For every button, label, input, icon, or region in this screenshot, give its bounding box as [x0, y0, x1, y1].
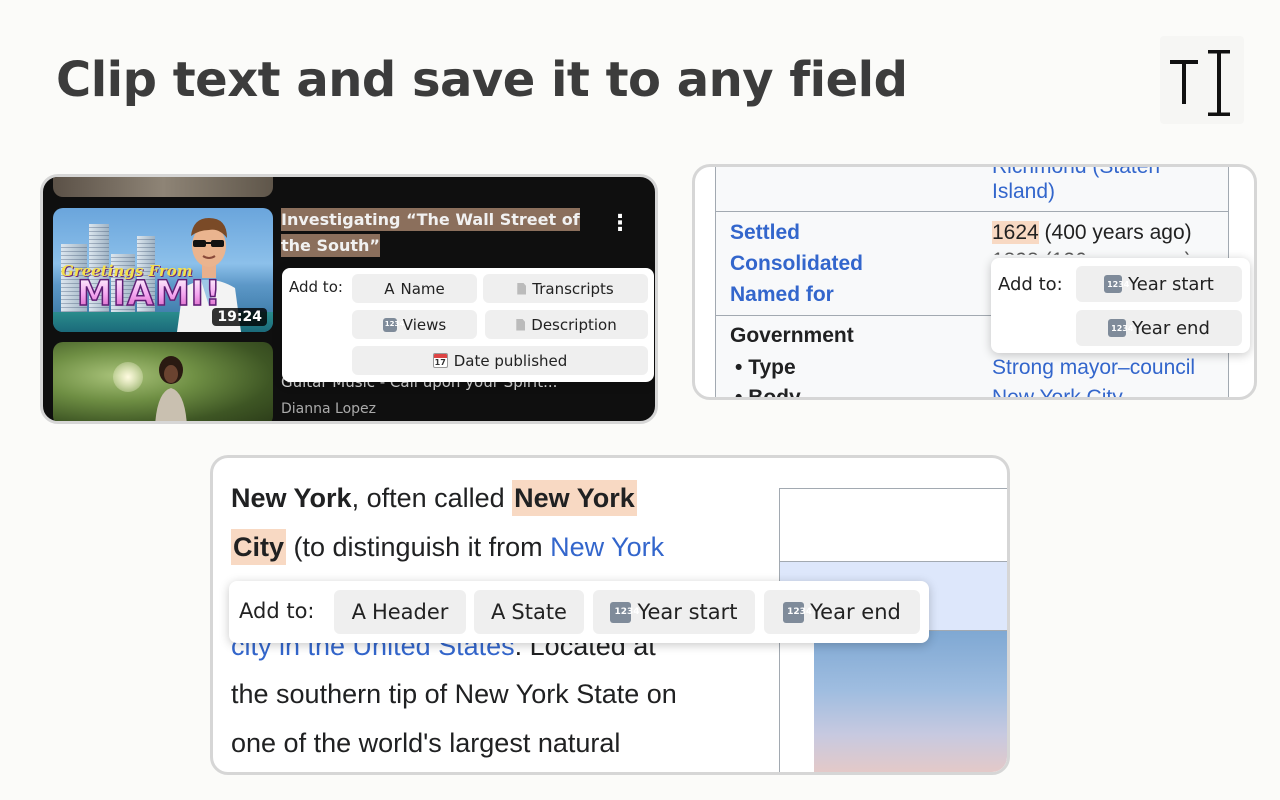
video-thumbnail-top[interactable] — [53, 177, 273, 197]
video-thumbnail-miami[interactable]: Greetings From MIAMI! 19:24 — [53, 208, 273, 332]
chip-label: Year end — [810, 600, 901, 624]
article-link-new-york[interactable]: New York — [550, 532, 664, 562]
number-field-icon: 1234 — [382, 317, 405, 332]
transcripts-chip[interactable]: Transcripts — [483, 274, 648, 303]
date-published-chip[interactable]: 17 Date published — [352, 346, 648, 375]
article-highlight: City — [231, 529, 287, 565]
headline: Clip text and save it to any field — [56, 52, 908, 108]
document-icon — [516, 318, 526, 331]
article-line-1: New York, often called New York — [231, 480, 637, 516]
number-field-icon: 1234 — [783, 601, 813, 623]
chip-label: Header — [371, 600, 449, 624]
city-photo — [814, 631, 1007, 772]
number-icon-glyph: 1234 — [614, 606, 640, 617]
article-bold-new-york: New York — [231, 483, 352, 513]
article-text: (to distinguish it from — [286, 532, 551, 562]
year-end-chip[interactable]: 1234 Year end — [764, 590, 920, 634]
article-line-5-link[interactable]: one of the world's largest natural — [231, 728, 620, 759]
year-end-chip[interactable]: 1234 Year end — [1076, 310, 1242, 346]
calendar-icon-day: 17 — [434, 358, 446, 367]
article-card: New York, often called New York City (to… — [210, 455, 1010, 775]
infobox-link-mayor-council[interactable]: Strong mayor–council — [992, 356, 1195, 380]
chip-label: State — [511, 600, 567, 624]
views-chip[interactable]: 1234 Views — [352, 310, 477, 339]
text-field-icon: A — [491, 600, 506, 624]
infobox-label-government: Government — [730, 324, 854, 347]
article-highlight: New York — [512, 480, 637, 516]
state-chip[interactable]: A State — [474, 590, 584, 634]
video-duration: 19:24 — [212, 308, 267, 326]
video-card: Greetings From MIAMI! 19:24 Investigatin… — [40, 174, 658, 424]
infobox-link-island[interactable]: Island) — [992, 180, 1055, 204]
sun-glow — [113, 362, 143, 392]
chip-label: Views — [402, 315, 447, 334]
add-to-popup: Add to: A Name Transcripts 1234 Views Desc… — [282, 268, 654, 382]
video-thumbnail-forest[interactable] — [53, 342, 273, 421]
infobox-label-settled[interactable]: Settled — [730, 221, 800, 245]
number-icon-glyph: 1234 — [384, 320, 405, 328]
number-icon-glyph: 1234 — [787, 606, 813, 617]
year-start-chip[interactable]: 1234 Year start — [593, 590, 755, 634]
chip-label: Description — [531, 315, 617, 334]
video-title-highlight: Investigating “The Wall Street of the So… — [281, 208, 580, 257]
document-icon — [517, 282, 527, 295]
thumbnail-text-miami: MIAMI! — [76, 273, 222, 315]
add-to-popup: Add to: 1234 Year start 1234 Year end — [991, 258, 1250, 353]
infobox-link-nyc-council[interactable]: New York City — [992, 386, 1123, 397]
article-line-4: the southern tip of New York State on — [231, 679, 677, 709]
chip-label: Year start — [637, 600, 738, 624]
number-field-icon: 1234 — [1104, 275, 1130, 293]
year-rest: (400 years ago) — [1038, 221, 1192, 244]
infobox-label-named-for[interactable]: Named for — [730, 283, 834, 307]
calendar-icon: 17 — [432, 353, 448, 368]
number-field-icon: 1234 — [610, 601, 640, 623]
year-highlight: 1624 — [992, 221, 1039, 244]
text-cursor-icon — [1160, 36, 1244, 124]
article-line-2: City (to distinguish it from New York — [231, 529, 664, 565]
chip-label: Transcripts — [532, 279, 614, 298]
number-icon-glyph: 1234 — [1107, 279, 1130, 289]
infobox-card: Richmond (Staten Island) Settled Consoli… — [692, 164, 1257, 400]
add-to-label: Add to: — [289, 278, 343, 296]
infobox-label-body: • Body — [735, 386, 801, 400]
infobox-link-richmond[interactable]: Richmond (Staten — [992, 167, 1160, 179]
chip-label: Date published — [453, 351, 568, 370]
header-chip[interactable]: A Header — [334, 590, 466, 634]
add-to-label: Add to: — [239, 599, 315, 623]
number-field-icon: 1234 — [1108, 319, 1134, 337]
year-start-chip[interactable]: 1234 Year start — [1076, 266, 1242, 302]
chip-label: Year end — [1132, 317, 1210, 339]
add-to-label: Add to: — [998, 274, 1063, 295]
video-title[interactable]: Investigating “The Wall Street of the So… — [281, 207, 581, 259]
person-image — [155, 356, 187, 421]
infobox-divider — [715, 211, 1229, 212]
body-label: Body — [748, 386, 801, 400]
more-vert-icon[interactable]: ⋮ — [609, 211, 631, 237]
infobox-label-consolidated[interactable]: Consolidated — [730, 252, 863, 276]
description-chip[interactable]: Description — [485, 310, 648, 339]
text-field-icon: A — [384, 279, 395, 298]
add-to-popup: Add to: A Header A State 1234 Year start 12… — [229, 581, 929, 643]
chip-label: Year start — [1128, 273, 1214, 295]
name-chip[interactable]: A Name — [352, 274, 477, 303]
type-label: Type — [748, 356, 796, 379]
text-field-icon: A — [351, 600, 366, 624]
chip-label: Name — [400, 279, 445, 298]
article-text: , often called — [351, 483, 513, 513]
infobox-settled-value: 1624 (400 years ago) — [992, 221, 1192, 245]
video-author[interactable]: Dianna Lopez — [281, 401, 376, 417]
infobox-label-type: • Type — [735, 356, 796, 379]
number-icon-glyph: 1234 — [1111, 323, 1134, 333]
